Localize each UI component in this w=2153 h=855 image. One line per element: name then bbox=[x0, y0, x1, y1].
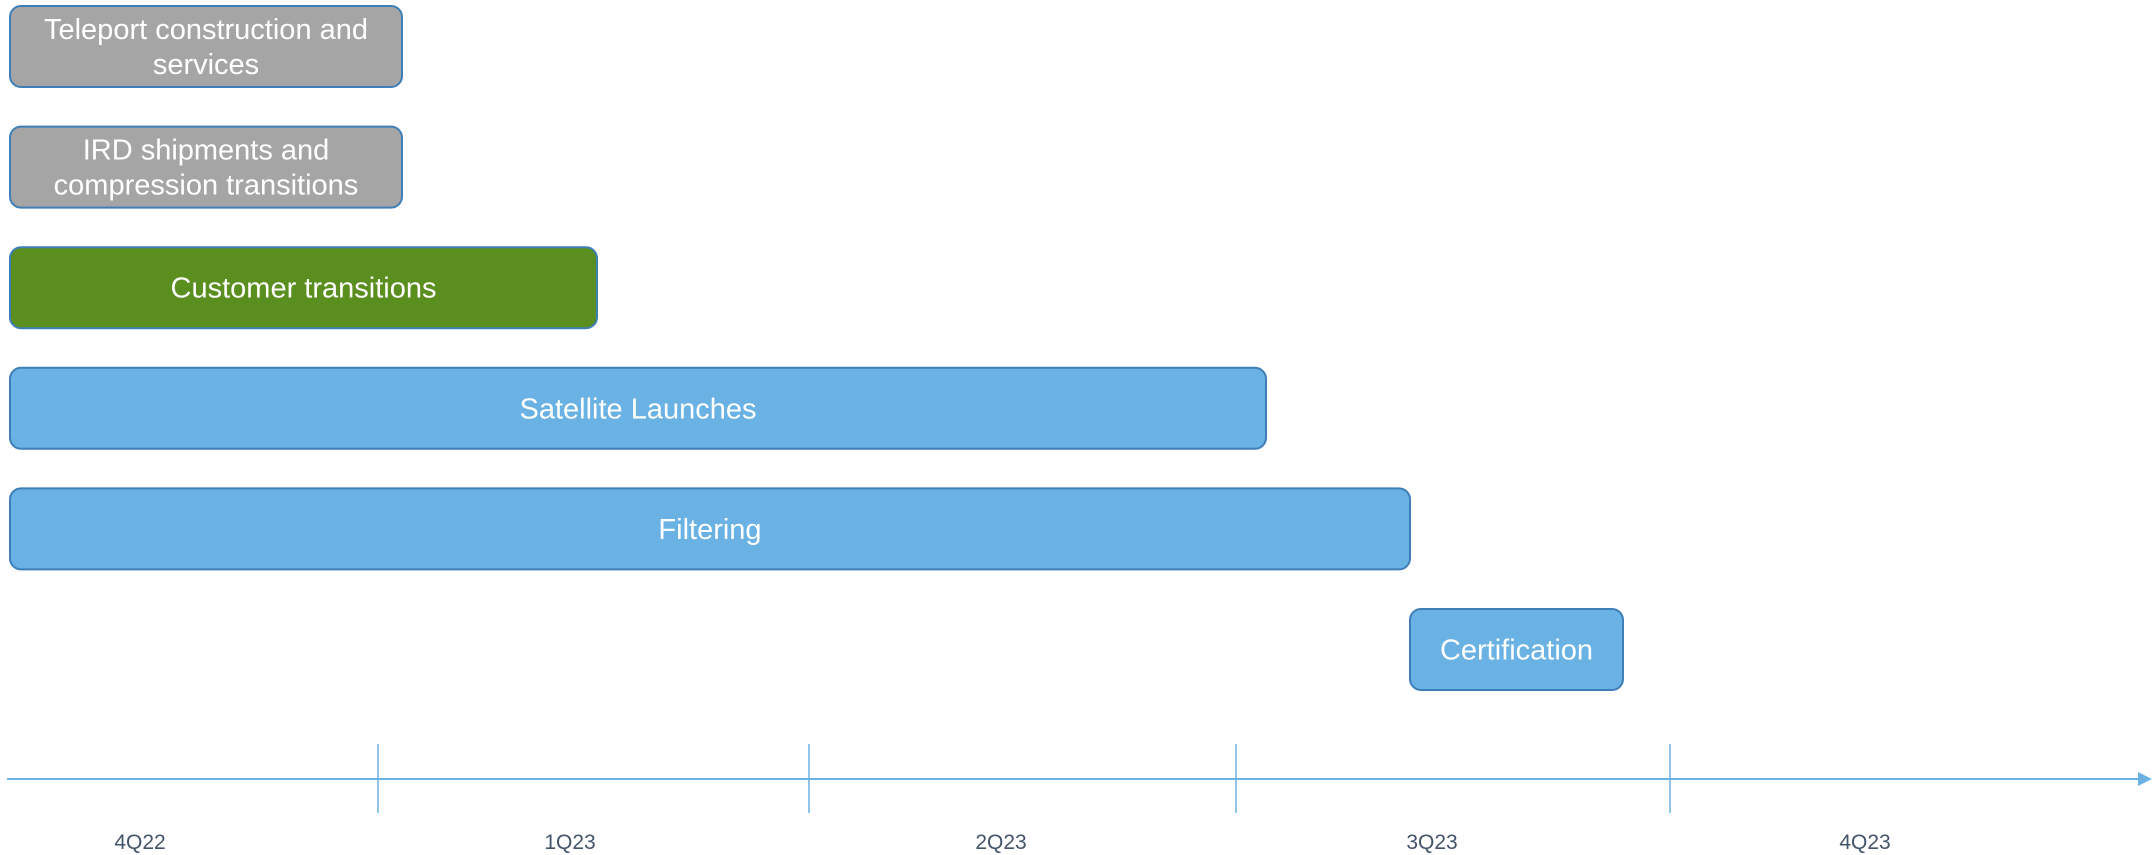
task-bar-group: Teleport construction andservices bbox=[9, 5, 403, 88]
task-label: Teleport construction and bbox=[44, 14, 368, 46]
task-bar-group: Certification bbox=[1409, 608, 1624, 691]
x-tick-label: 1Q23 bbox=[544, 831, 595, 854]
task-label: Satellite Launches bbox=[520, 393, 757, 425]
task-bar-group: Filtering bbox=[9, 487, 1411, 571]
task-label: compression transitions bbox=[54, 170, 359, 202]
task-bar-group: Customer transitions bbox=[9, 246, 598, 330]
task-label: Customer transitions bbox=[171, 273, 437, 305]
gantt-chart: Teleport construction andservices IRD shi… bbox=[7, 5, 2152, 854]
x-tick-label: 2Q23 bbox=[975, 831, 1026, 854]
x-tick-label: 4Q23 bbox=[1839, 831, 1890, 854]
task-label: Filtering bbox=[658, 514, 761, 546]
task-label: services bbox=[153, 49, 259, 81]
task-bar-group: Satellite Launches bbox=[9, 366, 1267, 450]
task-bars: Teleport construction andservices IRD shi… bbox=[9, 5, 1624, 691]
timeline-axis: 4Q22 1Q23 2Q23 3Q23 4Q23 bbox=[7, 744, 2152, 854]
task-label: Certification bbox=[1440, 635, 1593, 667]
x-tick-label: 3Q23 bbox=[1406, 831, 1457, 854]
timeline-arrowhead bbox=[2138, 772, 2152, 786]
task-bar-group: IRD shipments andcompression transitions bbox=[9, 125, 403, 209]
x-tick-label: 4Q22 bbox=[114, 831, 165, 854]
task-label: IRD shipments and bbox=[83, 135, 330, 167]
